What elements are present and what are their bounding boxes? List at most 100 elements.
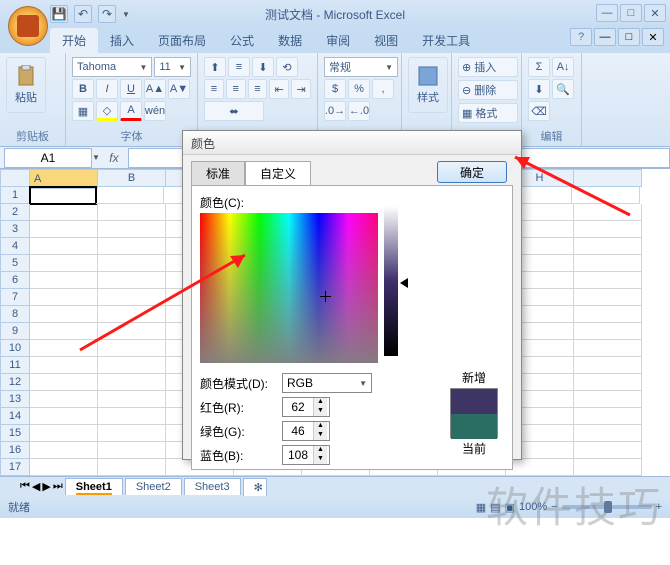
cell[interactable] xyxy=(30,238,98,255)
row-header[interactable]: 13 xyxy=(0,391,30,408)
cell[interactable] xyxy=(98,357,166,374)
row-header[interactable]: 12 xyxy=(0,374,30,391)
cell[interactable] xyxy=(98,238,166,255)
bold-button[interactable]: B xyxy=(72,79,94,99)
cell[interactable] xyxy=(574,289,642,306)
cell[interactable] xyxy=(30,340,98,357)
name-box[interactable]: A1 xyxy=(4,148,92,168)
view-break-icon[interactable]: ▣ xyxy=(505,501,515,514)
cell[interactable] xyxy=(574,408,642,425)
cell[interactable] xyxy=(30,289,98,306)
border-button[interactable]: ▦ xyxy=(72,101,94,121)
tab-view[interactable]: 视图 xyxy=(362,28,410,53)
row-header[interactable]: 6 xyxy=(0,272,30,289)
doc-close-button[interactable]: ✕ xyxy=(642,28,664,46)
indent-dec-button[interactable]: ⇤ xyxy=(269,79,289,99)
row-header[interactable]: 16 xyxy=(0,442,30,459)
sheet-nav-last-icon[interactable]: ⏭ xyxy=(53,480,63,493)
redo-button[interactable]: ↷ xyxy=(98,5,116,23)
cell[interactable] xyxy=(30,306,98,323)
spin-up-icon[interactable]: ▲ xyxy=(314,422,327,431)
cell[interactable] xyxy=(30,272,98,289)
grow-font-button[interactable]: A▲ xyxy=(144,79,166,99)
cells-format-button[interactable]: ▦ 格式 xyxy=(458,103,518,123)
help-icon[interactable]: ? xyxy=(570,28,592,46)
cell[interactable] xyxy=(574,357,642,374)
office-button[interactable] xyxy=(8,6,48,46)
tab-home[interactable]: 开始 xyxy=(50,28,98,53)
cell[interactable] xyxy=(29,186,97,205)
cell[interactable] xyxy=(30,442,98,459)
shrink-font-button[interactable]: A▼ xyxy=(168,79,190,99)
merge-button[interactable]: ⬌ xyxy=(204,101,264,121)
sheet-tab-2[interactable]: Sheet2 xyxy=(125,478,182,495)
ribbon-min-button[interactable]: — xyxy=(594,28,616,46)
ok-button[interactable]: 确定 xyxy=(437,161,507,183)
red-input[interactable] xyxy=(283,398,313,416)
cell[interactable] xyxy=(506,459,574,476)
blue-input[interactable] xyxy=(283,446,313,464)
cell[interactable] xyxy=(98,255,166,272)
number-format-select[interactable]: 常规▼ xyxy=(324,57,398,77)
view-layout-icon[interactable]: ▤ xyxy=(490,501,500,514)
spin-up-icon[interactable]: ▲ xyxy=(314,446,327,455)
percent-button[interactable]: % xyxy=(348,79,370,99)
clear-button[interactable]: ⌫ xyxy=(528,101,550,121)
zoom-level[interactable]: 100% xyxy=(519,501,547,513)
doc-restore-button[interactable]: □ xyxy=(618,28,640,46)
zoom-in-button[interactable]: + xyxy=(656,501,662,513)
cell[interactable] xyxy=(98,306,166,323)
dec-decimal-button[interactable]: ←.0 xyxy=(348,101,370,121)
row-header[interactable]: 1 xyxy=(0,187,30,204)
italic-button[interactable]: I xyxy=(96,79,118,99)
cell[interactable] xyxy=(574,323,642,340)
cell[interactable] xyxy=(30,425,98,442)
tab-insert[interactable]: 插入 xyxy=(98,28,146,53)
spin-down-icon[interactable]: ▼ xyxy=(314,455,327,464)
tab-data[interactable]: 数据 xyxy=(266,28,314,53)
cell[interactable] xyxy=(574,459,642,476)
fill-button[interactable]: ⬇ xyxy=(528,79,550,99)
row-header[interactable]: 9 xyxy=(0,323,30,340)
cells-delete-button[interactable]: ⊖ 删除 xyxy=(458,80,518,100)
row-header[interactable]: 17 xyxy=(0,459,30,476)
align-top-button[interactable]: ⬆ xyxy=(204,57,226,77)
cell[interactable] xyxy=(98,323,166,340)
sheet-nav-first-icon[interactable]: ⏮ xyxy=(20,480,30,493)
spin-down-icon[interactable]: ▼ xyxy=(314,431,327,440)
cell[interactable] xyxy=(574,221,642,238)
indent-inc-button[interactable]: ⇥ xyxy=(291,79,311,99)
cell[interactable] xyxy=(98,340,166,357)
row-header[interactable]: 5 xyxy=(0,255,30,272)
sheet-nav-next-icon[interactable]: ▶ xyxy=(42,480,50,493)
sort-button[interactable]: A↓ xyxy=(552,57,574,77)
row-header[interactable]: 3 xyxy=(0,221,30,238)
tab-formula[interactable]: 公式 xyxy=(218,28,266,53)
cell[interactable] xyxy=(98,272,166,289)
spin-down-icon[interactable]: ▼ xyxy=(314,407,327,416)
row-header[interactable]: 10 xyxy=(0,340,30,357)
cell[interactable] xyxy=(98,204,166,221)
phonetic-button[interactable]: wén xyxy=(144,101,166,121)
select-all-corner[interactable] xyxy=(0,169,30,187)
cell[interactable] xyxy=(98,459,166,476)
styles-button[interactable]: 样式 xyxy=(408,57,448,113)
find-button[interactable]: 🔍 xyxy=(552,79,574,99)
currency-button[interactable]: $ xyxy=(324,79,346,99)
row-header[interactable]: 2 xyxy=(0,204,30,221)
fill-color-button[interactable]: ◇ xyxy=(96,101,118,121)
row-header[interactable]: 11 xyxy=(0,357,30,374)
cell[interactable] xyxy=(30,459,98,476)
new-sheet-button[interactable]: ✻ xyxy=(243,478,267,496)
cell[interactable] xyxy=(98,289,166,306)
cell[interactable] xyxy=(30,357,98,374)
cell[interactable] xyxy=(574,204,642,221)
sheet-nav-prev-icon[interactable]: ◀ xyxy=(32,480,40,493)
row-header[interactable]: 8 xyxy=(0,306,30,323)
align-center-button[interactable]: ≡ xyxy=(226,79,246,99)
font-color-button[interactable]: A xyxy=(120,101,142,121)
cell[interactable] xyxy=(574,340,642,357)
cell[interactable] xyxy=(98,221,166,238)
color-spectrum[interactable] xyxy=(200,213,378,363)
sum-button[interactable]: Σ xyxy=(528,57,550,77)
